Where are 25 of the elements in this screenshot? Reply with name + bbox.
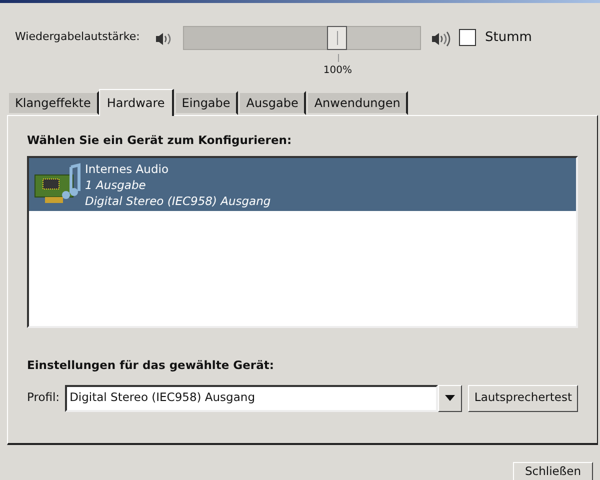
tab[interactable]: Anwendungen bbox=[306, 91, 408, 115]
device-name: Internes Audio bbox=[85, 160, 170, 177]
tab[interactable]: Klangeffekte bbox=[7, 91, 99, 115]
speaker-quiet-icon bbox=[155, 31, 173, 47]
tab[interactable]: Ausgabe bbox=[238, 91, 306, 115]
profile-dropdown[interactable]: Digital Stereo (IEC958) Ausgang bbox=[64, 384, 438, 412]
volume-reading: 100% bbox=[323, 64, 352, 78]
tab[interactable]: Eingabe bbox=[174, 91, 238, 115]
mute-checkbox[interactable] bbox=[459, 29, 476, 46]
mute-label: Stumm bbox=[485, 29, 532, 47]
device-outputs: 1 Ausgabe bbox=[85, 176, 147, 193]
close-button[interactable]: Schließen bbox=[513, 462, 593, 480]
settings-heading: Einstellungen für das gewählte Gerät: bbox=[27, 357, 275, 374]
device-list-heading: Wählen Sie ein Gerät zum Konfigurieren: bbox=[27, 132, 293, 149]
speaker-loud-icon bbox=[431, 31, 451, 47]
profile-label: Profil: bbox=[27, 389, 60, 406]
speaker-test-button[interactable]: Lautsprechertest bbox=[468, 384, 578, 412]
dropdown-button[interactable] bbox=[438, 384, 462, 412]
volume-slider[interactable] bbox=[183, 26, 421, 50]
device-profile: Digital Stereo (IEC958) Ausgang bbox=[85, 192, 271, 209]
tab[interactable]: Hardware bbox=[98, 89, 174, 116]
device-row[interactable]: Internes Audio 1 Ausgabe Digital Stereo (IEC958) Ausgang bbox=[29, 158, 576, 212]
caret-icon bbox=[445, 395, 456, 401]
slider-thumb[interactable] bbox=[327, 26, 348, 50]
volume-label: Wiedergabelautstärke: bbox=[15, 29, 141, 45]
